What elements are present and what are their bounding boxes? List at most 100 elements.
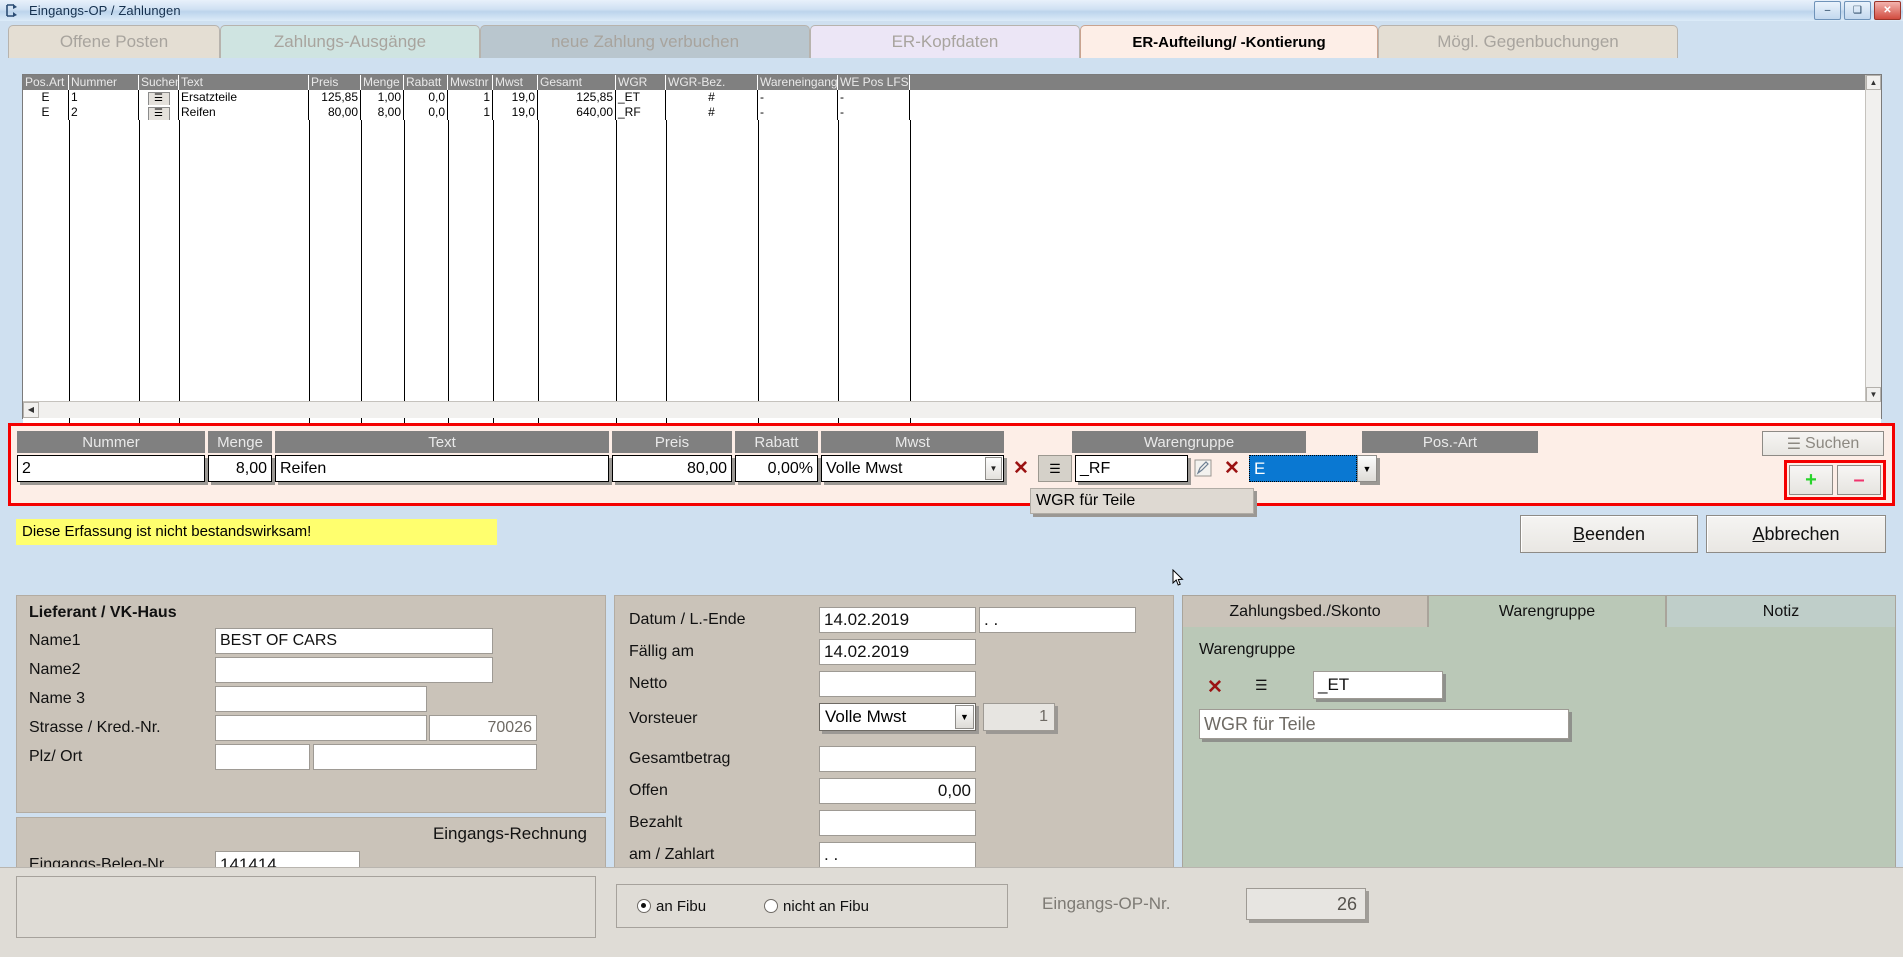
grid-header-mwstnr[interactable]: Mwstnr — [448, 75, 493, 90]
list-icon[interactable]: ☰ — [147, 92, 170, 105]
grid-header-gesamt[interactable]: Gesamt — [538, 75, 616, 90]
vorsteuer-select[interactable]: Volle Mwst ▼ — [819, 703, 976, 731]
abbrechen-button[interactable]: Abbrechen — [1706, 515, 1886, 553]
tab-warengruppe[interactable]: Warengruppe — [1428, 595, 1666, 627]
minimize-button[interactable]: – — [1814, 1, 1841, 20]
scroll-up-arrow[interactable]: ▲ — [1866, 75, 1881, 90]
warengruppe-input[interactable]: _RF — [1075, 455, 1188, 482]
warengruppe-code-input[interactable]: _ET — [1313, 671, 1443, 699]
restore-button[interactable]: ❑ — [1844, 1, 1871, 20]
suchen-list-icon: ☰ — [1786, 435, 1802, 453]
row-suchen-button[interactable]: ☰ — [139, 105, 179, 120]
faellig-input[interactable]: 14.02.2019 — [819, 639, 976, 665]
name2-input[interactable] — [215, 657, 493, 683]
row-suchen-button[interactable]: ☰ — [139, 90, 179, 105]
strasse-input[interactable] — [215, 715, 427, 741]
warengruppe-list-icon[interactable]: ☰ — [1038, 455, 1072, 482]
cell-mwstnr: 1 — [448, 105, 493, 120]
clear-warengruppe-icon[interactable]: ✕ — [1007, 455, 1035, 482]
grid-header-pos-art[interactable]: Pos.Art — [23, 75, 69, 90]
ort-input[interactable] — [313, 744, 537, 770]
add-position-button[interactable]: + — [1789, 465, 1833, 495]
zahlart-label: am / Zahlart — [629, 846, 715, 863]
plz-input[interactable] — [215, 744, 310, 770]
rabatt-input[interactable]: 0,00% — [735, 455, 818, 482]
preis-input[interactable]: 80,00 — [612, 455, 732, 482]
warengruppe-tab-content: Warengruppe ✕ ☰ _ET WGR für Teile — [1182, 627, 1896, 883]
grid-header-nummer[interactable]: Nummer — [69, 75, 139, 90]
tab-er-kopfdaten[interactable]: ER-Kopfdaten — [810, 25, 1080, 58]
table-row[interactable]: E 2 ☰ Reifen 80,00 8,00 0,0 1 19,0 640,00 _RF # - - — [23, 105, 1881, 120]
datum-input[interactable]: 14.02.2019 — [819, 607, 976, 633]
vorsteuer-chevron-down-icon[interactable]: ▼ — [955, 705, 974, 729]
posart-value[interactable]: E — [1249, 455, 1357, 482]
edit-pencil-icon[interactable] — [1191, 455, 1215, 481]
cell-wareneingang: - — [758, 105, 838, 120]
tab-m-gl-gegenbuchungen[interactable]: Mögl. Gegenbuchungen — [1378, 25, 1678, 58]
name1-input[interactable]: BEST OF CARS — [215, 628, 493, 654]
radio-off-icon — [764, 899, 779, 913]
table-row[interactable]: E 1 ☰ Ersatzteile 125,85 1,00 0,0 1 19,0 125,85 _E… — [23, 90, 1881, 105]
cell-weposlfs: - — [838, 105, 910, 120]
gesamtbetrag-label: Gesamtbetrag — [629, 750, 731, 767]
bezahlt-label: Bezahlt — [629, 814, 683, 831]
radio-nicht-an-fibu[interactable]: nicht an Fibu — [764, 898, 869, 915]
radio-an-fibu-label: an Fibu — [656, 897, 707, 915]
suchen-button[interactable]: ☰ Suchen — [1762, 431, 1884, 456]
grid-column-divider — [838, 120, 839, 432]
gesamtbetrag-input[interactable] — [819, 746, 976, 772]
grid-header-preis[interactable]: Preis — [309, 75, 361, 90]
abbrechen-label-rest: bbrechen — [1764, 523, 1840, 544]
grid-header-rabatt[interactable]: Rabatt — [404, 75, 448, 90]
posart-select[interactable]: E ▼ — [1249, 455, 1377, 482]
offen-input[interactable]: 0,00 — [819, 778, 976, 804]
scroll-left-arrow[interactable]: ◀ — [23, 402, 39, 418]
remove-position-button[interactable]: – — [1837, 465, 1881, 495]
cell-text: Ersatzteile — [179, 90, 309, 105]
radio-an-fibu[interactable]: an Fibu — [637, 898, 706, 915]
cell-gesamt: 125,85 — [538, 90, 616, 105]
grid-header-menge[interactable]: Menge — [361, 75, 404, 90]
bezahlt-input[interactable] — [819, 810, 976, 836]
beenden-button[interactable]: Beenden — [1520, 515, 1698, 553]
tab-neue-zahlung-verbuchen[interactable]: neue Zahlung verbuchen — [480, 25, 810, 58]
grid-header-wgr[interactable]: WGR — [616, 75, 666, 90]
grid-column-divider — [139, 120, 140, 432]
name2-label: Name2 — [29, 661, 81, 678]
tab-zahlungsbed-skonto[interactable]: Zahlungsbed./Skonto — [1182, 595, 1428, 627]
zahlart-input[interactable]: . . — [819, 842, 976, 868]
tab-zahlungs-ausg-nge[interactable]: Zahlungs-Ausgänge — [220, 25, 480, 58]
warengruppe-list-icon-right[interactable]: ☰ — [1255, 677, 1268, 694]
kreditor-nr-input[interactable]: 70026 — [429, 715, 537, 741]
posart-chevron-down-icon[interactable]: ▼ — [1357, 455, 1377, 482]
tab-offene-posten[interactable]: Offene Posten — [8, 25, 220, 58]
warengruppe-clear-icon[interactable]: ✕ — [1207, 676, 1223, 699]
grid-header-mwst[interactable]: Mwst — [493, 75, 538, 90]
cell-wgr: _ET — [616, 90, 666, 105]
grid-horizontal-scrollbar[interactable]: ◀ — [23, 401, 1866, 418]
grid-header-suchen[interactable]: Suchen — [139, 75, 179, 90]
tab-notiz[interactable]: Notiz — [1666, 595, 1896, 627]
scroll-down-arrow[interactable]: ▼ — [1866, 387, 1881, 402]
cell-nummer: 2 — [69, 105, 139, 120]
list-icon[interactable]: ☰ — [147, 107, 170, 120]
close-button[interactable]: ✕ — [1874, 1, 1901, 20]
nummer-input[interactable]: 2 — [17, 455, 205, 482]
netto-input[interactable] — [819, 671, 976, 697]
mouse-cursor — [1172, 568, 1184, 587]
grid-header-wgr-bez[interactable]: WGR-Bez. — [666, 75, 758, 90]
name3-input[interactable] — [215, 686, 427, 712]
menge-input[interactable]: 8,00 — [208, 455, 272, 482]
tab-er-aufteilung-kontierung[interactable]: ER-Aufteilung/ -Kontierung — [1080, 25, 1378, 58]
mwst-select[interactable]: Volle Mwst ▼ — [821, 455, 1004, 482]
grid-column-divider — [538, 120, 539, 432]
lieferende-input[interactable]: . . — [979, 607, 1136, 633]
clear-posart-icon[interactable]: ✕ — [1218, 455, 1246, 482]
grid-header-text[interactable]: Text — [179, 75, 309, 90]
grid-header-wareneingang[interactable]: Wareneingang — [758, 75, 838, 90]
text-input[interactable]: Reifen — [275, 455, 609, 482]
warengruppe-description-input[interactable]: WGR für Teile — [1199, 709, 1569, 739]
grid-header-we-pos-lfs[interactable]: WE Pos LFS — [838, 75, 910, 90]
chevron-down-icon[interactable]: ▼ — [985, 457, 1002, 480]
grid-vertical-scrollbar[interactable]: ▲ ▼ — [1865, 75, 1881, 418]
